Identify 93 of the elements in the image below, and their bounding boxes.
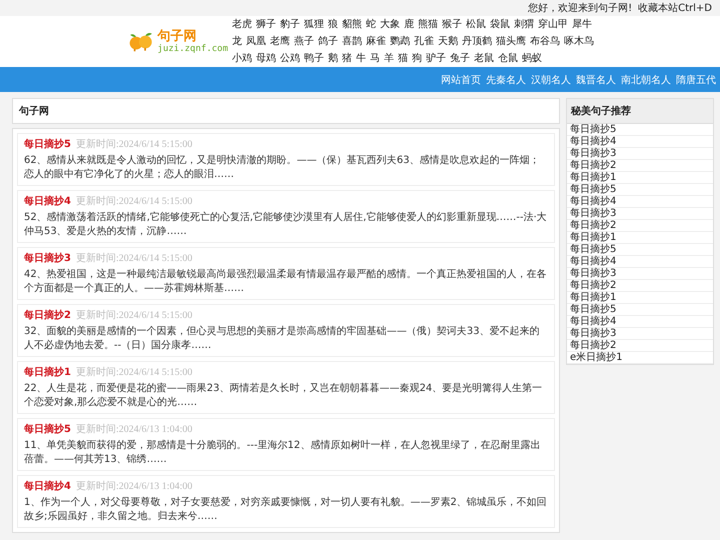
sidebar-link[interactable]: 每日摘抄2 xyxy=(567,340,713,352)
tag-link[interactable]: 蛇 xyxy=(366,16,376,33)
tag-link[interactable]: 熊猫 xyxy=(418,16,438,33)
tag-link[interactable]: 仓鼠 xyxy=(498,50,518,67)
tag-link[interactable]: 豹子 xyxy=(280,16,300,33)
sidebar-link[interactable]: 每日摘抄3 xyxy=(567,148,713,160)
bookmark-link[interactable]: 收藏本站Ctrl+D xyxy=(638,1,712,15)
logo-title: 句子网 xyxy=(158,28,197,44)
article-excerpt: 62、感情从来就既是令人激动的回忆，又是明快清澈的期盼。——（保）基瓦西列夫63、感情是吹息欢起的一阵烟；恋人的眼中有它净化了的火星；恋人的眼泪…… xyxy=(24,154,540,182)
sidebar-link[interactable]: 每日摘抄2 xyxy=(567,160,713,172)
section-heading: 句子网 xyxy=(12,98,560,124)
tag-link[interactable]: 鸽子 xyxy=(318,33,338,50)
sidebar-link[interactable]: 每日摘抄3 xyxy=(567,208,713,220)
tag-link[interactable]: 马 xyxy=(370,50,380,67)
sidebar-link[interactable]: 每日摘抄1 xyxy=(567,172,713,184)
tag-link[interactable]: 小鸡 xyxy=(232,50,252,67)
tag-link[interactable]: 老虎 xyxy=(232,16,252,33)
sidebar-link[interactable]: 每日摘抄2 xyxy=(567,280,713,292)
article-title[interactable]: 每日摘抄1 xyxy=(24,365,71,380)
update-time: 更新时间:2024/6/14 5:15:00 xyxy=(76,138,192,152)
sidebar-link[interactable]: 每日摘抄3 xyxy=(567,328,713,340)
tag-link[interactable]: 丹顶鹤 xyxy=(462,33,492,50)
update-time: 更新时间:2024/6/14 5:15:00 xyxy=(76,194,192,209)
article-title[interactable]: 每日摘抄2 xyxy=(24,308,71,323)
tag-link[interactable]: 穿山甲 xyxy=(538,16,568,33)
tag-link[interactable]: 兔子 xyxy=(450,50,470,67)
welcome-text: 您好，欢迎来到句子网! xyxy=(528,2,632,15)
tag-link[interactable]: 貂熊 xyxy=(342,16,362,33)
update-time: 更新时间:2024/6/14 5:15:00 xyxy=(76,252,192,266)
tag-link[interactable]: 犀牛 xyxy=(572,16,592,33)
tag-link[interactable]: 啄木鸟 xyxy=(564,33,594,50)
tag-link[interactable]: 鹅 xyxy=(328,50,338,67)
tag-link[interactable]: 猪 xyxy=(342,50,352,67)
sidebar-link[interactable]: 每日摘抄4 xyxy=(567,136,713,148)
tag-link[interactable]: 布谷鸟 xyxy=(530,33,560,50)
tag-link[interactable]: 鹿 xyxy=(404,16,414,33)
sidebar-link[interactable]: 每日摘抄4 xyxy=(567,256,713,268)
tag-link[interactable]: 驴子 xyxy=(426,50,446,67)
sidebar-link[interactable]: 每日摘抄4 xyxy=(567,196,713,208)
tag-link[interactable]: 猫头鹰 xyxy=(496,33,526,50)
tag-link[interactable]: 袋鼠 xyxy=(490,16,510,33)
sidebar-link[interactable]: 每日摘抄5 xyxy=(567,244,713,256)
update-time: 更新时间:2024/6/14 5:15:00 xyxy=(76,366,192,380)
article-excerpt: 11、单凭美貌而获得的爱，那感情是十分脆弱的。---里海尔12、感情原如树叶一样，在人忽视里绿了，在忍耐里露出蓓蕾。——何其芳13、锦绣…… xyxy=(24,439,542,467)
tag-link[interactable]: 鹦鹉 xyxy=(390,33,410,50)
tag-link[interactable]: 鸭子 xyxy=(304,50,324,67)
sidebar-link[interactable]: 每日摘抄5 xyxy=(567,184,713,196)
tag-link[interactable]: 刺猬 xyxy=(514,16,534,33)
tag-link[interactable]: 孔雀 xyxy=(414,33,434,50)
article-title[interactable]: 每日摘抄3 xyxy=(24,251,71,266)
tag-link[interactable]: 大象 xyxy=(380,16,400,33)
tag-link[interactable]: 麻雀 xyxy=(366,33,386,50)
article-title[interactable]: 每日摘抄5 xyxy=(24,137,71,152)
sidebar-link[interactable]: 每日摘抄5 xyxy=(567,124,713,136)
update-time: 更新时间:2024/6/13 1:04:00 xyxy=(76,480,192,494)
tag-link[interactable]: 狼 xyxy=(328,16,338,33)
sidebar-heading: 秘美句子推荐 xyxy=(567,99,713,124)
tag-link[interactable]: 狗 xyxy=(412,50,422,67)
update-time: 更新时间:2024/6/13 1:04:00 xyxy=(76,422,192,437)
tag-link[interactable]: 天鹅 xyxy=(438,33,458,50)
tag-link[interactable]: 龙 xyxy=(232,33,242,50)
article-title[interactable]: 每日摘抄4 xyxy=(24,194,71,209)
tag-link[interactable]: 凤凰 xyxy=(246,33,266,50)
tag-link[interactable]: 狮子 xyxy=(256,16,276,33)
sidebar-link[interactable]: 每日摘抄5 xyxy=(567,304,713,316)
tag-link[interactable]: 羊 xyxy=(384,50,394,67)
tag-link[interactable]: 蚂蚁 xyxy=(522,50,542,67)
article-excerpt: 1、作为一个人，对父母要尊敬，对子女要慈爱，对穷亲戚要慷慨，对一切人要有礼貌。——罗素2、锦城虽乐，不如回故乡;乐园虽好，非久留之地。归去来兮…… xyxy=(24,496,548,524)
tag-link[interactable]: 燕子 xyxy=(294,33,314,50)
article-excerpt: 42、热爱祖国，这是一种最纯洁最敏锐最高尚最强烈最温柔最有情最温存最严酷的感情。一个真正热爱祖国的人，在各个方面都是一个真正的人。——苏霍姆林斯基…… xyxy=(24,268,548,296)
tag-link[interactable]: 老鼠 xyxy=(474,50,494,67)
tag-link[interactable]: 牛 xyxy=(356,50,366,67)
tag-link[interactable]: 松鼠 xyxy=(466,16,486,33)
tag-link[interactable]: 公鸡 xyxy=(280,50,300,67)
article-excerpt: 22、人生是花，而爱便是花的蜜——雨果23、两情若是久长时，又岂在朝朝暮暮——秦观24、要是光明篝得人生第一个恋爱对象,那么恋爱不就是心的光…… xyxy=(24,382,544,410)
article-title[interactable]: 每日摘抄5 xyxy=(24,422,71,437)
tag-link[interactable]: 猴子 xyxy=(442,16,462,33)
tag-link[interactable]: 母鸡 xyxy=(256,50,276,67)
article-title[interactable]: 每日摘抄4 xyxy=(24,479,71,494)
sidebar-link[interactable]: e米日摘抄1 xyxy=(567,352,713,364)
logo-domain: juzi.zqnf.com xyxy=(158,44,228,54)
tag-link[interactable]: 狐狸 xyxy=(304,16,324,33)
tag-link[interactable]: 喜鹊 xyxy=(342,33,362,50)
tag-link[interactable]: 猫 xyxy=(398,50,408,67)
sidebar-link[interactable]: 每日摘抄1 xyxy=(567,232,713,244)
article-excerpt: 32、面貌的美丽是感情的一个因素，但心灵与思想的美丽才是崇高感情的牢固基础——（俄）契诃夫33、爱不起来的人不必虚伪地去爱。--（日）国分康孝…… xyxy=(24,325,540,353)
sidebar-link[interactable]: 每日摘抄1 xyxy=(567,292,713,304)
tag-link[interactable]: 老鹰 xyxy=(270,33,290,50)
sidebar-link[interactable]: 每日摘抄4 xyxy=(567,316,713,328)
sidebar-link[interactable]: 每日摘抄3 xyxy=(567,268,713,280)
update-time: 更新时间:2024/6/14 5:15:00 xyxy=(76,308,192,323)
article-excerpt: 52、感情激荡着活跃的情绪,它能够使死亡的心复活,它能够使沙漠里有人居住,它能够使爱人的幻影重新显现……--法·大仲马53、爱是火热的友情，沉静…… xyxy=(24,211,548,239)
sidebar-link[interactable]: 每日摘抄2 xyxy=(567,220,713,232)
